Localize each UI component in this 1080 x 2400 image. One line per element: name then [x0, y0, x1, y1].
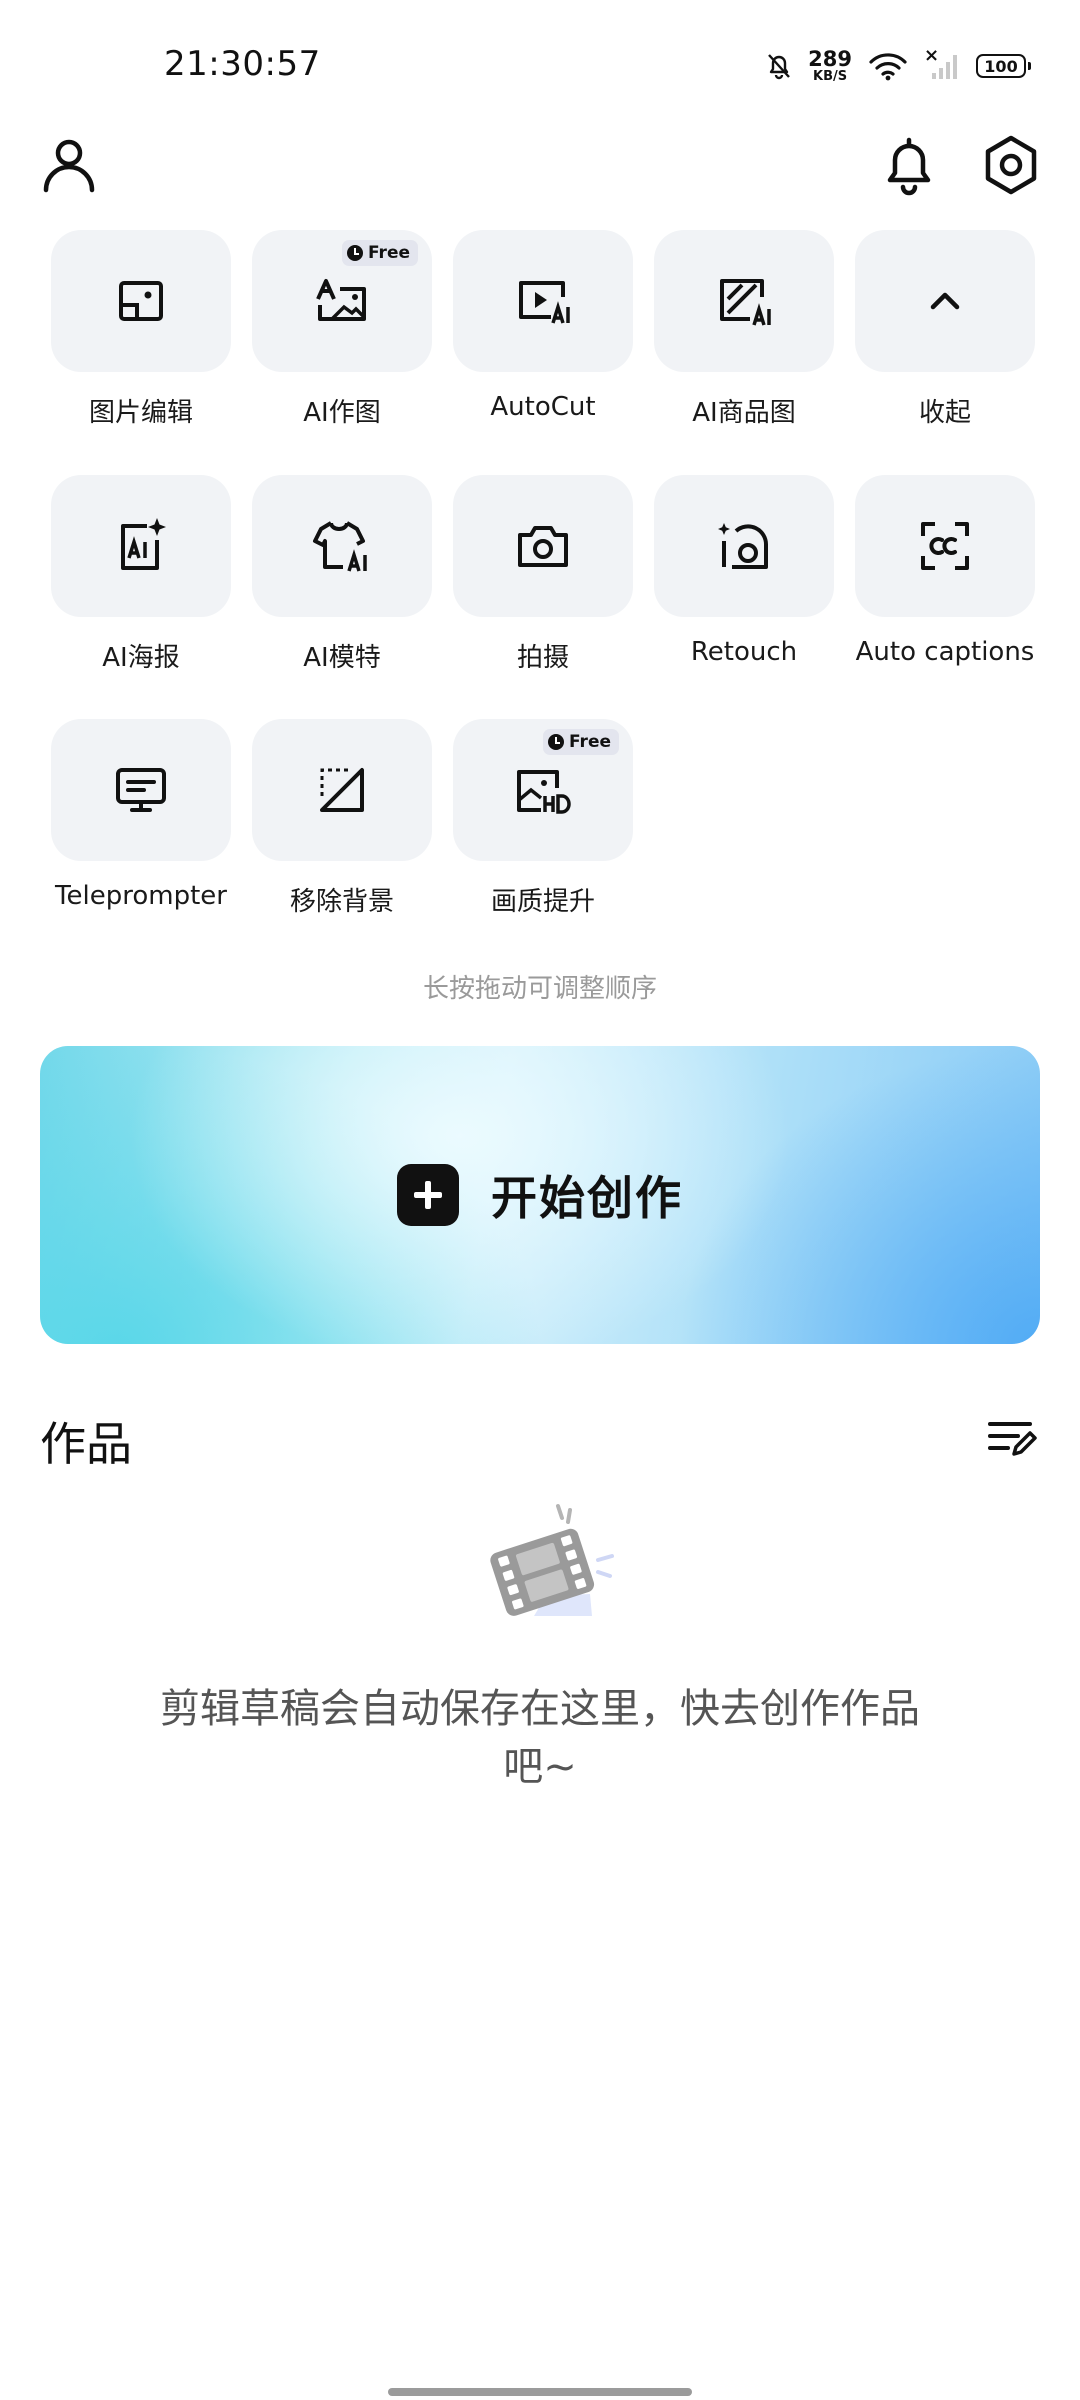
tool-label: 画质提升: [490, 887, 595, 917]
tool-tile[interactable]: [453, 230, 633, 372]
net-speed: 289 KB/S: [808, 47, 852, 84]
ai-draw-icon: [316, 279, 366, 321]
tool-label: AI商品图: [692, 398, 796, 428]
teleprompter-icon: [116, 768, 166, 812]
remove-bg-icon: [320, 768, 364, 812]
retouch-icon: [718, 523, 769, 569]
tool-tile[interactable]: [51, 230, 231, 372]
tool-auto-captions[interactable]: Auto captions: [855, 475, 1035, 667]
status-time: 21:30:57: [164, 44, 321, 84]
badge-text: Free: [368, 243, 410, 263]
film-icon: [490, 1504, 614, 1616]
home-indicator[interactable]: [388, 2388, 692, 2396]
badge-text: Free: [569, 732, 611, 752]
net-speed-unit: KB/S: [813, 69, 848, 84]
tool-label: 收起: [918, 398, 971, 428]
tool-label: Teleprompter: [55, 881, 227, 911]
free-badge: Free: [342, 240, 418, 266]
tool-label: Auto captions: [855, 637, 1035, 667]
empty-state-text: 剪辑草稿会自动保存在这里，快去创作作品吧~: [160, 1686, 920, 1790]
tool-label: Retouch: [690, 637, 798, 667]
autocut-icon: [519, 281, 570, 324]
net-speed-value: 289: [808, 47, 852, 71]
manage-list-icon[interactable]: [984, 1410, 1040, 1466]
tool-tile[interactable]: [252, 475, 432, 617]
tool-tile[interactable]: [855, 230, 1035, 372]
captions-icon: [921, 522, 969, 570]
tool-label: AI模特: [303, 643, 381, 673]
camera-icon: [518, 526, 568, 567]
plus-icon: [397, 1164, 459, 1226]
tool-tile[interactable]: Free: [453, 719, 633, 861]
tool-retouch[interactable]: Retouch: [654, 475, 834, 667]
tool-ai-draw[interactable]: Free AI作图: [252, 230, 432, 429]
bell-icon[interactable]: [876, 132, 942, 198]
signal-bars-icon: [932, 55, 957, 79]
start-create-button[interactable]: 开始创作: [40, 1046, 1040, 1344]
wifi-icon: [869, 53, 907, 81]
clock-icon: [548, 734, 565, 750]
home-screen: 21:30:57 289 KB/S × 100 图片编辑 Free AI作图 A…: [0, 0, 1080, 2400]
tool-tile[interactable]: [855, 475, 1035, 617]
tool-tile[interactable]: [252, 719, 432, 861]
tool-label: 移除背景: [289, 887, 394, 917]
user-icon[interactable]: [36, 132, 102, 198]
clock-icon: [347, 245, 364, 261]
tool-ai-product[interactable]: AI商品图: [654, 230, 834, 429]
tool-collapse[interactable]: 收起: [855, 230, 1035, 429]
mute-bell-icon: [768, 54, 791, 80]
tool-tile[interactable]: [654, 475, 834, 617]
reorder-hint: 长按拖动可调整顺序: [422, 974, 657, 1004]
tool-hd-enhance[interactable]: Free 画质提升: [453, 719, 633, 918]
photo-edit-icon: [119, 281, 163, 321]
ai-product-icon: [720, 279, 771, 326]
tool-label: AutoCut: [490, 392, 596, 422]
tool-label: 拍摄: [516, 643, 569, 673]
hd-enhance-icon: [517, 770, 571, 814]
cell-signal: ×: [924, 45, 960, 81]
tool-autocut[interactable]: AutoCut: [453, 230, 633, 422]
tool-tile[interactable]: [654, 230, 834, 372]
tool-remove-bg[interactable]: 移除背景: [252, 719, 432, 918]
works-title: 作品: [40, 1417, 132, 1471]
tool-ai-model[interactable]: AI模特: [252, 475, 432, 674]
tool-label: AI作图: [303, 398, 381, 428]
tool-tile[interactable]: [51, 719, 231, 861]
free-badge: Free: [543, 729, 619, 755]
tool-tile[interactable]: Free: [252, 230, 432, 372]
tool-teleprompter[interactable]: Teleprompter: [51, 719, 231, 911]
tool-label: AI海报: [102, 643, 180, 673]
tool-tile[interactable]: [453, 475, 633, 617]
tool-ai-poster[interactable]: AI海报: [51, 475, 231, 674]
settings-icon[interactable]: [978, 132, 1044, 198]
tool-camera[interactable]: 拍摄: [453, 475, 633, 674]
ai-model-icon: [313, 521, 367, 572]
start-create-label: 开始创作: [491, 1171, 683, 1225]
status-icons: 289 KB/S × 100: [766, 45, 1031, 86]
tool-photo-edit[interactable]: 图片编辑: [51, 230, 231, 429]
tool-tile[interactable]: [51, 475, 231, 617]
chevron-up-icon: [930, 292, 960, 310]
battery-indicator: 100: [976, 54, 1031, 78]
tool-label: 图片编辑: [88, 398, 193, 428]
ai-poster-icon: [121, 518, 166, 570]
